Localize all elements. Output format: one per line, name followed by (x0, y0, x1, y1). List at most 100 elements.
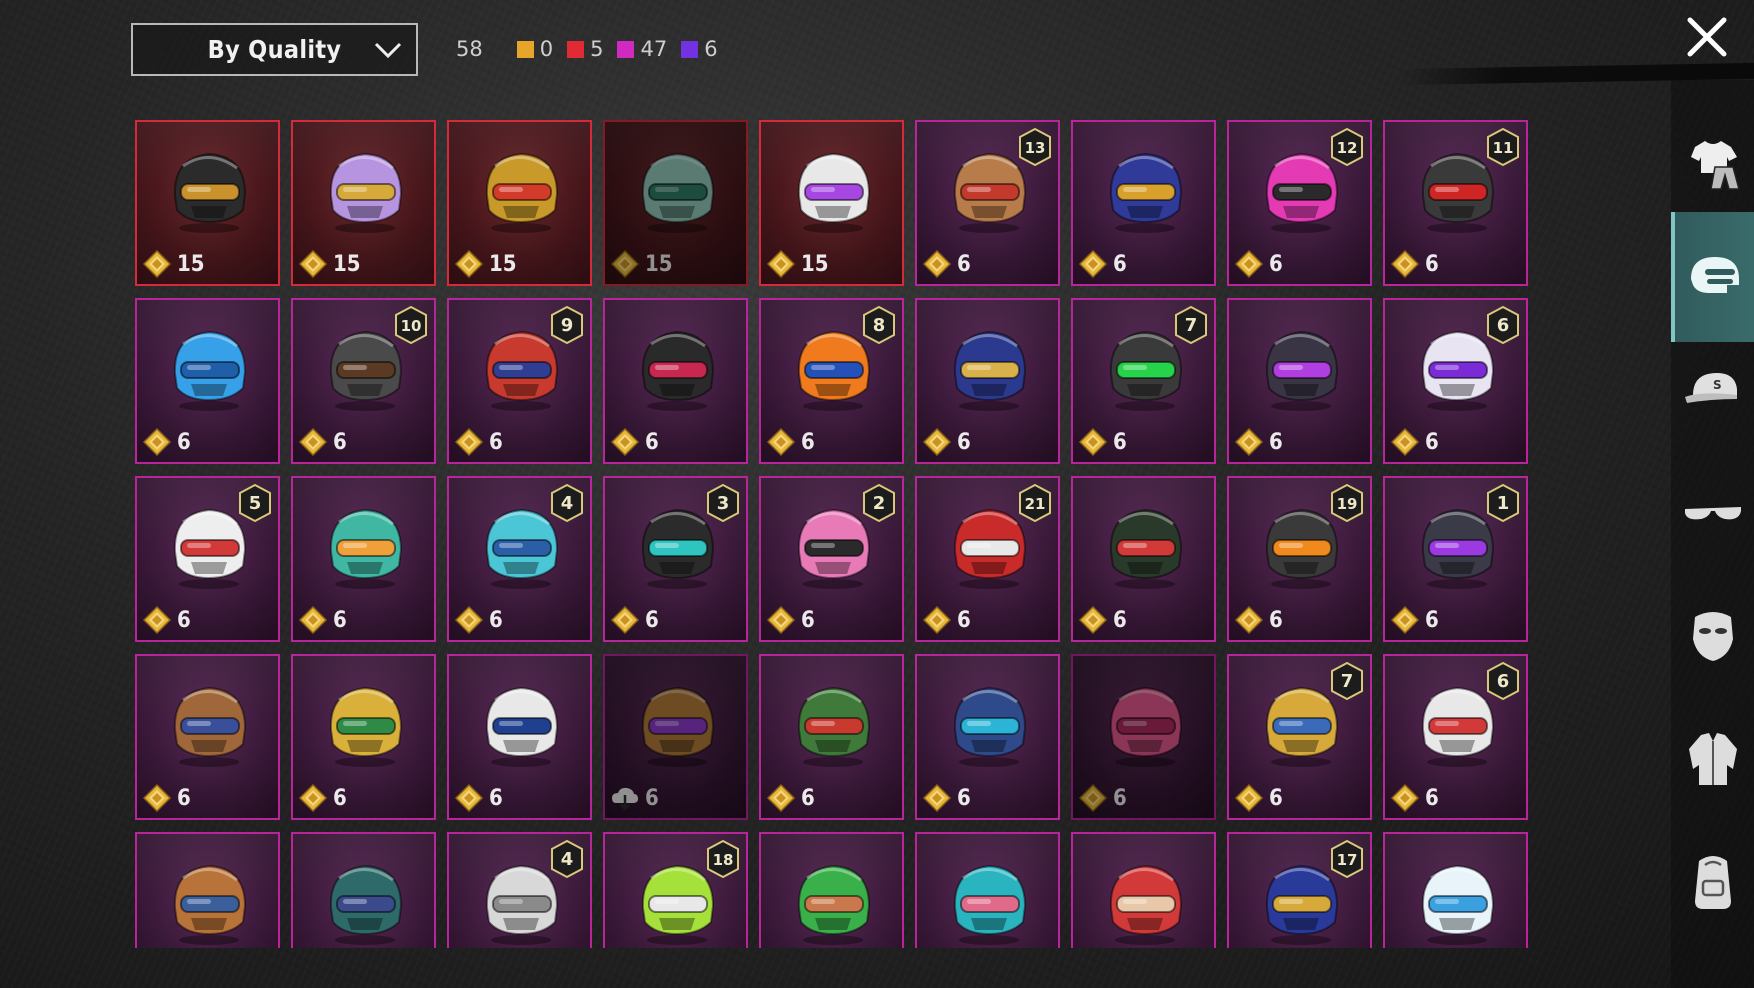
gold-coin-icon (454, 427, 484, 457)
quality-count-legendary: 0 (516, 37, 553, 61)
item-card[interactable]: 12 6 (1227, 120, 1372, 286)
item-price: 6 (1390, 427, 1439, 457)
level-badge: 4 (551, 484, 583, 522)
quality-count-mythic: 5 (567, 37, 603, 61)
tab-glasses[interactable] (1671, 448, 1754, 578)
item-card[interactable]: 66 (1383, 654, 1528, 820)
helmet-item-icon (485, 152, 559, 233)
item-price-value: 6 (801, 607, 815, 633)
item-price-value: 6 (801, 429, 815, 455)
item-card[interactable]: 76 (1071, 298, 1216, 464)
item-card[interactable]: 6 (915, 654, 1060, 820)
item-card[interactable]: 19 6 (1227, 476, 1372, 642)
item-card[interactable]: 11 6 (1383, 120, 1528, 286)
item-card[interactable]: 18 (603, 832, 748, 948)
item-card[interactable]: 4 (447, 832, 592, 948)
item-card[interactable]: 56 (135, 476, 280, 642)
cap-icon: S (1684, 373, 1737, 403)
item-card[interactable]: 76 (1227, 654, 1372, 820)
item-card[interactable]: 15 (291, 120, 436, 286)
item-card[interactable]: 26 (759, 476, 904, 642)
item-card[interactable]: 15 (603, 120, 748, 286)
item-price: 6 (610, 605, 659, 635)
item-card[interactable]: 15 (135, 120, 280, 286)
item-price-value: 6 (1425, 429, 1439, 455)
item-card[interactable]: 6 (759, 654, 904, 820)
item-card[interactable]: 6 (603, 298, 748, 464)
item-card[interactable]: 17 (1227, 832, 1372, 948)
item-card[interactable]: 6 (1227, 298, 1372, 464)
item-card[interactable]: 10 6 (291, 298, 436, 464)
tab-backpack[interactable] (1671, 816, 1754, 946)
item-card[interactable] (915, 832, 1060, 948)
level-badge: 12 (1331, 128, 1363, 166)
item-card[interactable]: 6 (291, 654, 436, 820)
level-badge-value: 19 (1337, 495, 1358, 513)
item-card[interactable]: 6 (135, 298, 280, 464)
gold-coin-icon (142, 605, 172, 635)
helmet-item-icon (1109, 686, 1183, 767)
item-card[interactable] (759, 832, 904, 948)
item-card[interactable]: 6 (1071, 120, 1216, 286)
item-card[interactable]: 15 (759, 120, 904, 286)
item-card[interactable] (1383, 832, 1528, 948)
item-card[interactable]: 6 (291, 476, 436, 642)
item-price: 6 (922, 605, 971, 635)
item-card[interactable]: 6 (1071, 654, 1216, 820)
gold-coin-icon (1234, 427, 1264, 457)
item-card[interactable]: 36 (603, 476, 748, 642)
item-price: 6 (766, 783, 815, 813)
close-icon[interactable] (1684, 14, 1730, 60)
helmet-item-icon (797, 152, 871, 233)
gold-coin-icon (922, 249, 952, 279)
item-card[interactable]: 13 6 (915, 120, 1060, 286)
item-card[interactable]: 6 (603, 654, 748, 820)
item-price-value: 6 (333, 429, 347, 455)
gold-coin-icon (142, 783, 172, 813)
item-price: 6 (454, 427, 503, 457)
tab-jacket[interactable] (1671, 694, 1754, 824)
item-card[interactable]: 46 (447, 476, 592, 642)
category-sidebar: S (1671, 80, 1754, 988)
helmet-item-icon (329, 152, 403, 233)
item-card[interactable]: 6 (135, 654, 280, 820)
item-card[interactable] (291, 832, 436, 948)
level-badge-value: 6 (1497, 671, 1510, 692)
total-count: 58 (456, 37, 483, 61)
item-card[interactable]: 86 (759, 298, 904, 464)
item-price-value: 6 (333, 607, 347, 633)
item-price-value: 6 (645, 785, 659, 811)
item-card[interactable]: 6 (1071, 476, 1216, 642)
gold-coin-icon (1390, 605, 1420, 635)
tab-mask[interactable] (1671, 570, 1754, 700)
tab-outfit[interactable] (1671, 100, 1754, 230)
item-price-value: 6 (333, 785, 347, 811)
level-badge-value: 4 (561, 493, 574, 514)
tab-cap[interactable]: S (1671, 322, 1754, 452)
item-card[interactable]: 21 6 (915, 476, 1060, 642)
item-price: 6 (1390, 783, 1439, 813)
item-price-value: 6 (1425, 251, 1439, 277)
item-price: 6 (1234, 605, 1283, 635)
item-card[interactable]: 66 (1383, 298, 1528, 464)
gold-coin-icon (1078, 605, 1108, 635)
item-card[interactable]: 15 (447, 120, 592, 286)
item-price: 6 (922, 783, 971, 813)
item-price-value: 6 (957, 429, 971, 455)
item-card[interactable]: 6 (915, 298, 1060, 464)
item-price: 6 (922, 427, 971, 457)
item-card[interactable]: 96 (447, 298, 592, 464)
glasses-icon (1684, 507, 1741, 520)
item-price-value: 6 (1113, 607, 1127, 633)
item-card[interactable]: 16 (1383, 476, 1528, 642)
level-badge: 6 (1487, 306, 1519, 344)
item-card[interactable] (135, 832, 280, 948)
item-grid: 15 15 15 15 15 13 6 6 12 6 11 6 6 10 6 9 6 6 8 6 6 7 6 6 6 6 5 6 6 4 6… (135, 120, 1528, 948)
item-card[interactable]: 6 (447, 654, 592, 820)
epic-swatch (617, 40, 635, 58)
item-card[interactable] (1071, 832, 1216, 948)
level-badge-value: 10 (401, 317, 422, 335)
sort-dropdown[interactable]: By Quality (131, 23, 418, 76)
level-badge: 21 (1019, 484, 1051, 522)
item-price: 15 (610, 249, 673, 279)
